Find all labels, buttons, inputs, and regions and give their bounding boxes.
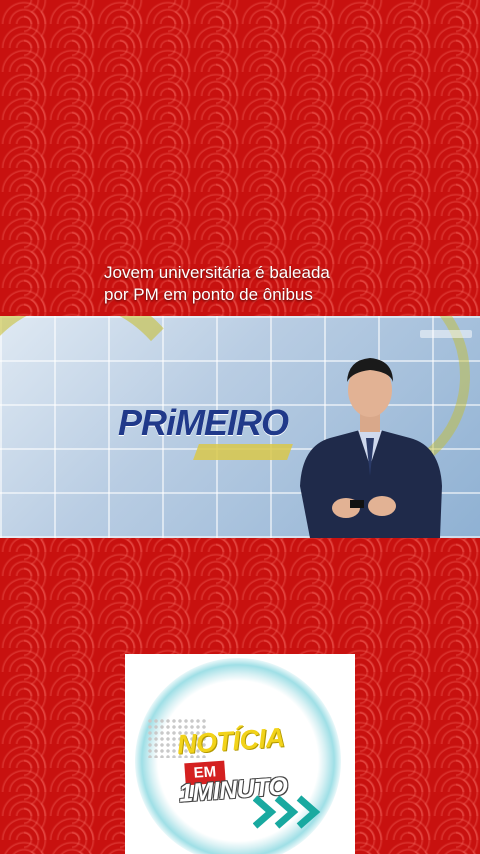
caption-line-1: Jovem universitária é baleada — [104, 263, 330, 282]
channel-logo: NOTÍCIA EM 1MINUTO — [125, 654, 355, 854]
chevrons-right-icon — [253, 795, 321, 829]
program-logo-subbar — [193, 444, 293, 460]
video-frame[interactable]: PRiMEIRO — [0, 316, 480, 538]
program-logo: PRiMEIRO — [118, 402, 289, 443]
video-caption: Jovem universitária é baleada por PM em … — [104, 262, 424, 306]
screen-ticker — [420, 330, 472, 338]
caption-line-2: por PM em ponto de ônibus — [104, 285, 313, 304]
news-anchor — [300, 358, 442, 538]
